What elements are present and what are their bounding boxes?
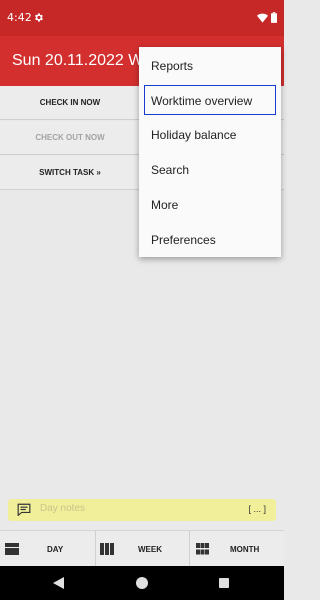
tab-day[interactable]: DAY bbox=[0, 531, 95, 567]
notes-expand-button[interactable]: [ ... ] bbox=[248, 504, 266, 514]
menu-item-holiday-balance[interactable]: Holiday balance bbox=[139, 117, 281, 152]
tab-month[interactable]: MONTH bbox=[190, 531, 284, 567]
settings-gear-icon bbox=[35, 13, 43, 22]
check-out-button[interactable]: CHECK OUT NOW bbox=[0, 121, 140, 155]
status-bar: 4:42 bbox=[0, 0, 284, 36]
menu-item-reports[interactable]: Reports bbox=[139, 48, 281, 83]
tab-month-label: MONTH bbox=[230, 545, 260, 554]
status-time: 4:42 bbox=[7, 11, 32, 24]
day-notes-bar[interactable]: Day notes [ ... ] bbox=[8, 499, 276, 521]
menu-item-more[interactable]: More bbox=[139, 187, 281, 222]
menu-selection-highlight bbox=[144, 85, 276, 115]
overflow-menu: Reports Worktime overview Holiday balanc… bbox=[139, 47, 281, 257]
back-icon[interactable] bbox=[53, 577, 64, 589]
day-view-icon bbox=[5, 543, 19, 555]
week-view-icon bbox=[100, 543, 114, 555]
tab-day-label: DAY bbox=[47, 545, 64, 554]
tab-week-label: WEEK bbox=[138, 545, 162, 554]
bottom-navigation: DAY WEEK MONTH bbox=[0, 530, 284, 567]
switch-task-button[interactable]: SWITCH TASK » bbox=[0, 156, 140, 190]
month-view-icon bbox=[196, 543, 209, 555]
recents-icon[interactable] bbox=[219, 578, 229, 588]
check-in-button[interactable]: CHECK IN NOW bbox=[0, 86, 140, 120]
wifi-icon bbox=[257, 13, 268, 23]
menu-item-preferences[interactable]: Preferences bbox=[139, 222, 281, 257]
menu-item-search[interactable]: Search bbox=[139, 152, 281, 187]
tab-week[interactable]: WEEK bbox=[96, 531, 189, 567]
comment-icon bbox=[17, 503, 31, 516]
home-icon[interactable] bbox=[136, 577, 148, 589]
status-indicators bbox=[257, 12, 277, 23]
system-navigation-bar bbox=[0, 566, 284, 600]
day-notes-input[interactable]: Day notes bbox=[40, 503, 85, 514]
battery-icon bbox=[271, 12, 277, 23]
